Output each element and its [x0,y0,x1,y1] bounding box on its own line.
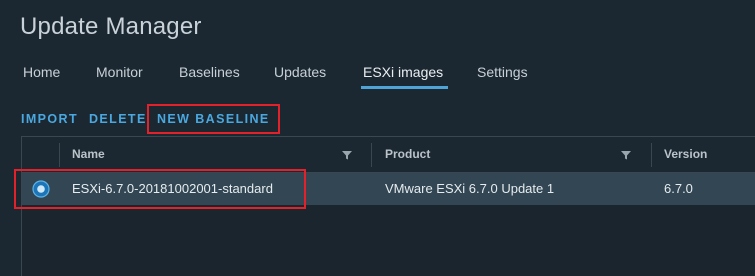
table-row[interactable]: ESXi-6.7.0-20181002001-standard VMware E… [22,173,755,205]
active-tab-indicator [361,86,448,89]
row-product: VMware ESXi 6.7.0 Update 1 [385,181,555,196]
tab-monitor[interactable]: Monitor [96,64,143,80]
column-header-product[interactable]: Product [385,147,430,161]
tab-settings[interactable]: Settings [477,64,528,80]
column-separator [651,143,652,167]
page-title: Update Manager [20,13,202,40]
delete-button[interactable]: DELETE [89,112,147,126]
column-header-version[interactable]: Version [664,147,707,161]
tab-esxi-images[interactable]: ESXi images [363,64,443,80]
column-separator [371,143,372,167]
tab-home[interactable]: Home [23,64,60,80]
tab-bar: Home Monitor Baselines Updates ESXi imag… [0,58,755,89]
filter-icon[interactable] [341,149,353,161]
esxi-images-grid: Name Product Version ESXi-6.7.0-20181002… [21,136,755,276]
radio-selected-icon[interactable] [32,180,50,198]
column-header-name[interactable]: Name [72,147,105,161]
grid-header: Name Product Version [22,137,755,173]
new-baseline-button[interactable]: NEW BASELINE [157,112,270,126]
import-button[interactable]: IMPORT [21,112,78,126]
tab-baselines[interactable]: Baselines [179,64,240,80]
filter-icon[interactable] [620,149,632,161]
row-name: ESXi-6.7.0-20181002001-standard [72,181,273,196]
action-bar: IMPORT DELETE NEW BASELINE [0,112,400,130]
update-manager-app: Update Manager Home Monitor Baselines Up… [0,0,755,276]
column-separator [59,143,60,167]
row-version: 6.7.0 [664,181,693,196]
tab-updates[interactable]: Updates [274,64,326,80]
